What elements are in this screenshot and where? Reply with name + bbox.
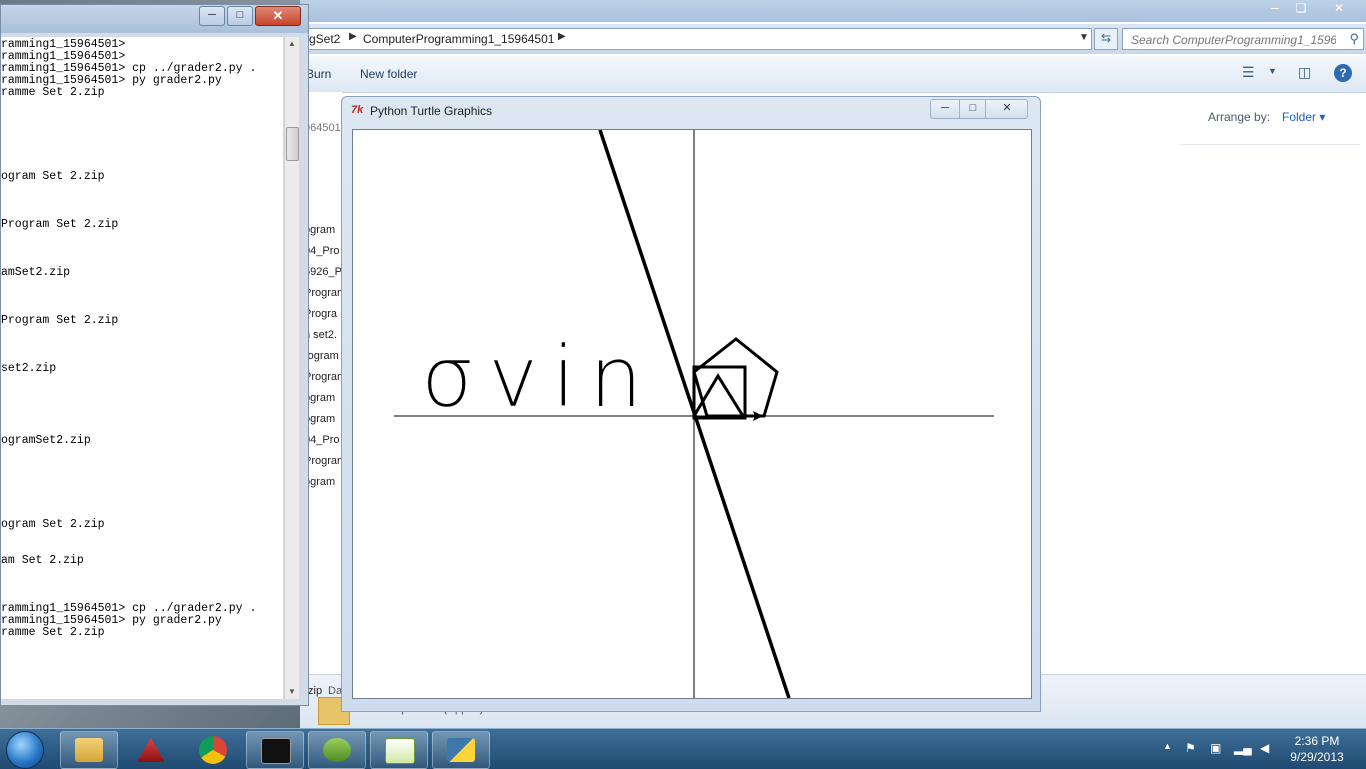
arrange-by-label: Arrange by: <box>1208 110 1271 124</box>
list-item[interactable]: ogram <box>304 392 342 404</box>
turtle-canvas[interactable]: σvin <box>352 129 1032 699</box>
address-row: gSet2 ▶ ComputerProgramming1_15964501 ▶ … <box>300 24 1366 54</box>
list-item[interactable]: rogram <box>304 350 342 362</box>
console-line: Program Set 2.zip <box>1 314 119 327</box>
autocad-taskbar-button[interactable] <box>122 731 180 769</box>
breadcrumb-chevron-icon[interactable]: ▶ <box>558 31 566 42</box>
volume-icon[interactable]: ◀ <box>1260 741 1269 755</box>
arrange-by-dropdown[interactable]: Folder ▾ <box>1282 110 1325 124</box>
console-line: ramme Set 2.zip <box>1 626 105 639</box>
console-line: Program Set 2.zip <box>1 218 119 231</box>
address-bar[interactable]: gSet2 ▶ ComputerProgramming1_15964501 ▶ … <box>304 28 1092 50</box>
turtle-text: σvin <box>421 328 657 426</box>
details-date-fragment: Da <box>328 685 343 697</box>
arrange-by-value: Folder <box>1282 110 1317 124</box>
list-item[interactable]: Progra <box>304 308 342 320</box>
command-bar: Burn New folder ☰ ▼ ◫ ? <box>300 56 1366 93</box>
view-options-icon[interactable]: ☰ <box>1242 64 1255 81</box>
minimize-button[interactable]: ─ <box>931 100 959 118</box>
divider <box>1180 144 1360 145</box>
breadcrumb-chevron-icon[interactable]: ▶ <box>349 31 357 42</box>
list-item[interactable]: ogram <box>304 476 342 488</box>
vertical-scrollbar[interactable]: ▲ ▼ <box>284 37 299 699</box>
console-line: amSet2.zip <box>1 266 71 279</box>
list-item[interactable]: ogram <box>304 413 342 425</box>
list-item[interactable]: n set2. <box>304 329 342 341</box>
search-icon[interactable]: ⚲ <box>1349 31 1359 47</box>
console-line: ogram Set 2.zip <box>1 518 105 531</box>
list-item[interactable]: Program <box>304 287 342 299</box>
python-icon <box>447 738 475 762</box>
close-button[interactable]: ✕ <box>1326 0 1352 18</box>
scroll-thumb[interactable] <box>286 127 299 161</box>
clock-time: 2:36 PM <box>1294 734 1340 748</box>
restore-button[interactable]: ❏ <box>1288 0 1314 18</box>
console-line: set2.zip <box>1 362 57 375</box>
cmd-titlebar[interactable]: ─ □ ✕ <box>1 5 308 33</box>
close-button[interactable]: ✕ <box>255 6 301 26</box>
command-prompt-icon <box>261 738 291 764</box>
idle-taskbar-button[interactable] <box>308 731 366 769</box>
window-title: Python Turtle Graphics <box>370 104 493 118</box>
command-prompt-window: ─ □ ✕ ramming1_15964501> ramming1_159645… <box>0 4 309 706</box>
chrome-taskbar-button[interactable] <box>184 731 242 769</box>
square-shape <box>692 365 747 420</box>
minimize-button[interactable]: ─ <box>1262 0 1288 18</box>
preview-pane-icon[interactable]: ◫ <box>1298 64 1311 81</box>
console-line: ramme Set 2.zip <box>1 86 105 99</box>
list-item[interactable]: 04_Pro <box>304 434 342 446</box>
new-folder-button[interactable]: New folder <box>360 67 417 81</box>
start-button[interactable] <box>6 731 44 769</box>
console-output[interactable]: ramming1_15964501> ramming1_15964501> ra… <box>1 37 283 699</box>
breadcrumb-item[interactable]: gSet2 <box>309 32 340 46</box>
tk-feather-icon: 7k <box>351 104 364 116</box>
list-item[interactable]: 5926_P <box>304 266 342 278</box>
scroll-up-icon[interactable]: ▲ <box>285 37 299 51</box>
safely-remove-hardware-icon[interactable]: ▣ <box>1210 741 1221 755</box>
details-name-fragment: zip <box>308 685 323 697</box>
action-center-flag-icon[interactable]: ⚑ <box>1185 741 1196 755</box>
view-dropdown-icon[interactable]: ▼ <box>1268 66 1277 76</box>
maximize-button[interactable]: □ <box>959 100 986 118</box>
list-item[interactable]: Program <box>304 455 342 467</box>
taskbar: ▲ ⚑ ▣ ▂▄ ◀ 2:36 PM 9/29/2013 <box>0 728 1366 769</box>
notepad-plus-icon <box>385 738 415 764</box>
turtle-drawing: σvin <box>394 129 994 699</box>
list-item[interactable]: 04_Pro <box>304 245 342 257</box>
command-prompt-taskbar-button[interactable] <box>246 731 304 769</box>
address-dropdown-icon[interactable]: ▼ <box>1079 32 1089 43</box>
help-icon[interactable]: ? <box>1334 64 1352 82</box>
console-line: ogramSet2.zip <box>1 434 91 447</box>
turtle-graphics-window: 7k Python Turtle Graphics ─ □ ✕ σvin <box>341 96 1041 712</box>
network-signal-icon[interactable]: ▂▄ <box>1234 741 1252 755</box>
clock-date: 9/29/2013 <box>1290 750 1344 764</box>
close-button[interactable]: ✕ <box>985 100 1028 118</box>
chrome-icon <box>199 736 227 764</box>
breadcrumb-item[interactable]: ComputerProgramming1_15964501 <box>363 32 554 46</box>
list-item[interactable]: Program <box>304 371 342 383</box>
refresh-button[interactable]: ⇆ <box>1094 28 1118 50</box>
search-box[interactable]: ⚲ <box>1122 28 1364 50</box>
maximize-button[interactable]: □ <box>227 6 253 26</box>
show-hidden-icons-icon[interactable]: ▲ <box>1163 741 1172 751</box>
minimize-button[interactable]: ─ <box>199 6 225 26</box>
notepad-plus-taskbar-button[interactable] <box>370 731 428 769</box>
console-line: am Set 2.zip <box>1 554 84 567</box>
idle-icon <box>323 738 351 762</box>
folder-icon <box>75 738 103 762</box>
console-line: ogram Set 2.zip <box>1 170 105 183</box>
window-controls: ─ □ ✕ <box>930 99 1028 119</box>
system-clock[interactable]: 2:36 PM 9/29/2013 <box>1280 733 1354 765</box>
explorer-titlebar: ─ ❏ ✕ <box>300 0 1366 22</box>
windows-explorer-taskbar-button[interactable] <box>60 731 118 769</box>
python-taskbar-button[interactable] <box>432 731 490 769</box>
list-item[interactable]: ogram <box>304 224 342 236</box>
folder-label: 964501 <box>304 122 341 134</box>
burn-button[interactable]: Burn <box>306 67 331 81</box>
search-input[interactable] <box>1129 31 1338 49</box>
scroll-down-icon[interactable]: ▼ <box>285 685 299 699</box>
autocad-lt-icon <box>137 738 165 762</box>
